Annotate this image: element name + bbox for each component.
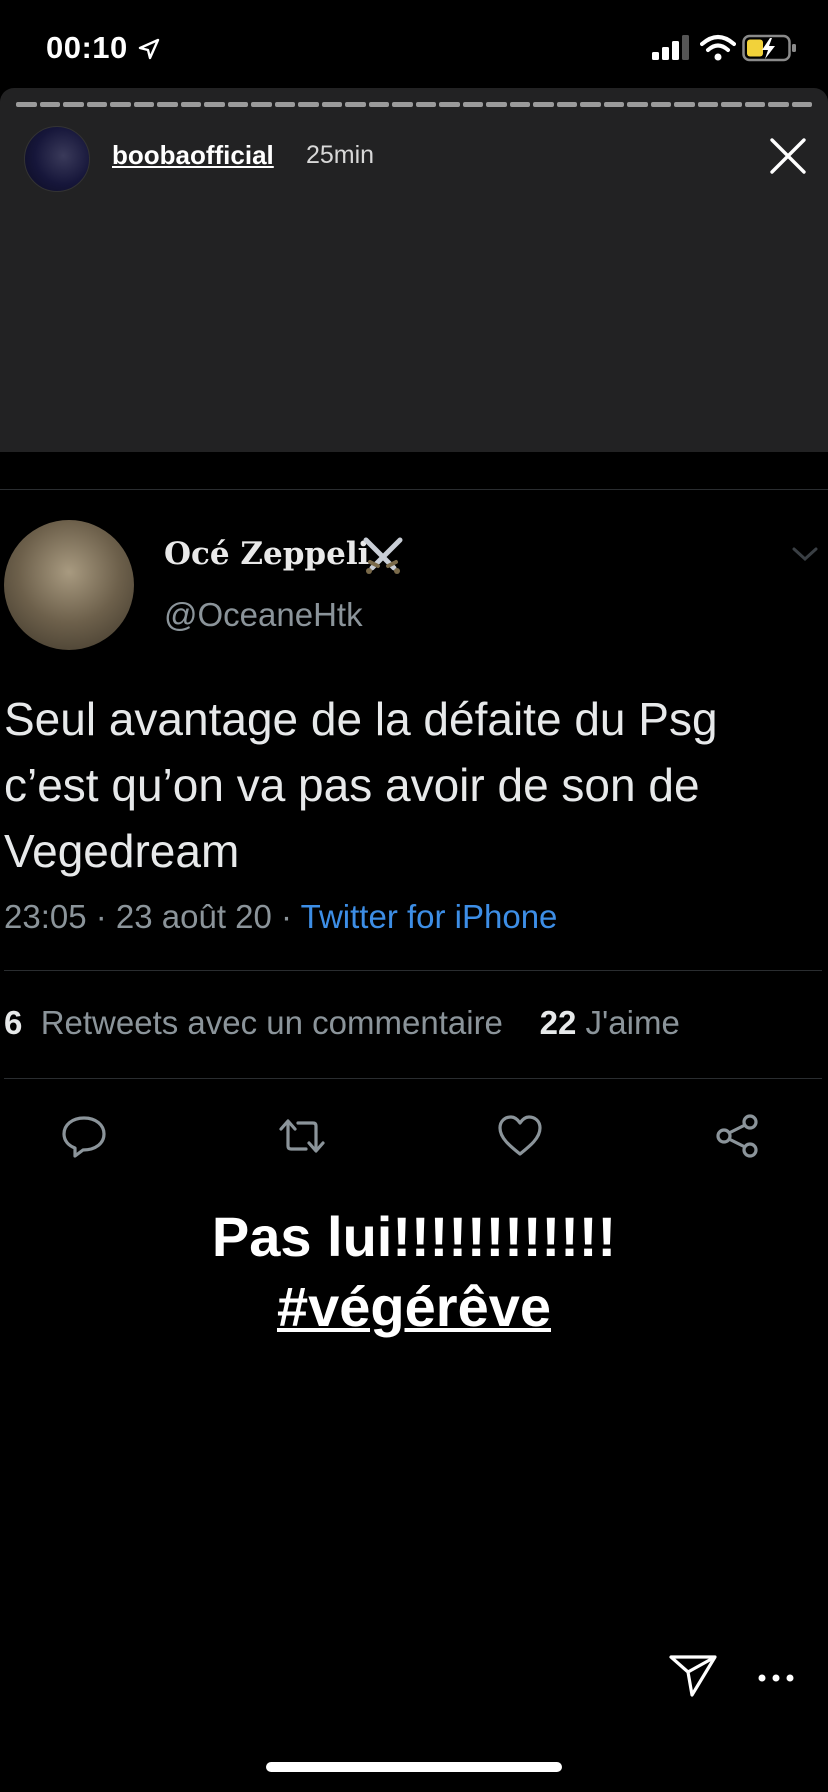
likes-label: J'aime xyxy=(585,1004,680,1041)
retweets-count: 6 xyxy=(4,1004,23,1041)
crossed-swords-icon xyxy=(363,537,403,574)
like-heart-icon xyxy=(498,1115,542,1156)
wifi-icon xyxy=(700,35,736,61)
progress-segment xyxy=(580,102,601,107)
progress-segment xyxy=(603,102,624,107)
reply-icon xyxy=(62,1116,106,1158)
progress-segment xyxy=(415,102,436,107)
location-arrow-icon xyxy=(138,38,160,60)
progress-segment xyxy=(204,102,225,107)
progress-segment xyxy=(674,102,695,107)
story-caption-hashtag[interactable]: #végérêve xyxy=(0,1274,828,1339)
story-time-ago: 25min xyxy=(306,141,375,169)
progress-segment xyxy=(509,102,530,107)
progress-segment xyxy=(721,102,742,107)
progress-segment xyxy=(274,102,295,107)
progress-segment xyxy=(133,102,154,107)
tweet-stats: 6 Retweets avec un commentaire 22 J'aime xyxy=(4,1004,680,1042)
progress-segment xyxy=(63,102,84,107)
tweet-meta: 23:05 · 23 août 20 · Twitter for iPhone xyxy=(4,898,557,936)
progress-segment xyxy=(650,102,671,107)
story-avatar[interactable] xyxy=(24,126,90,192)
progress-segment xyxy=(744,102,765,107)
send-direct-icon[interactable] xyxy=(668,1652,718,1698)
progress-segment xyxy=(697,102,718,107)
tweet-datetime: 23:05 · 23 août 20 · xyxy=(4,898,301,935)
progress-segment xyxy=(251,102,272,107)
home-indicator[interactable] xyxy=(266,1762,562,1772)
tweet-meta-divider xyxy=(4,970,822,971)
tweet-avatar xyxy=(4,520,134,650)
progress-segment xyxy=(86,102,107,107)
tweet-display-name: Océ Zeppeli xyxy=(164,536,370,572)
progress-segment xyxy=(227,102,248,107)
tweet-source-link: Twitter for iPhone xyxy=(300,898,558,935)
retweet-icon xyxy=(279,1119,325,1153)
cellular-signal-icon xyxy=(652,35,689,60)
progress-segment xyxy=(533,102,554,107)
progress-segment xyxy=(110,102,131,107)
chevron-down-icon xyxy=(792,547,818,562)
progress-segment xyxy=(439,102,460,107)
status-time: 00:10 xyxy=(46,30,128,65)
story-caption-line1: Pas lui!!!!!!!!!!!! xyxy=(211,1205,617,1268)
progress-segment xyxy=(368,102,389,107)
progress-segment xyxy=(345,102,366,107)
progress-segment xyxy=(298,102,319,107)
progress-segment xyxy=(180,102,201,107)
battery-charging-icon xyxy=(742,34,796,62)
progress-segment xyxy=(462,102,483,107)
tweet-top-divider xyxy=(0,489,828,490)
tweet-handle: @OceaneHtk xyxy=(164,596,363,633)
progress-segment xyxy=(16,102,37,107)
tweet-stats-divider xyxy=(4,1078,822,1079)
progress-segment xyxy=(39,102,60,107)
progress-segment xyxy=(321,102,342,107)
tweet-text: Seul avantage de la défaite du Psg c’est… xyxy=(4,693,718,877)
close-icon[interactable] xyxy=(766,134,810,178)
progress-segment xyxy=(392,102,413,107)
progress-segment xyxy=(791,102,812,107)
progress-segment xyxy=(486,102,507,107)
story-progress-bar xyxy=(16,102,812,107)
hashtag-text[interactable]: #végérêve xyxy=(277,1275,551,1338)
likes-count: 22 xyxy=(539,1004,577,1041)
progress-segment xyxy=(556,102,577,107)
progress-segment xyxy=(157,102,178,107)
more-options-icon[interactable] xyxy=(756,1672,796,1684)
share-icon xyxy=(716,1114,758,1158)
progress-segment xyxy=(627,102,648,107)
story-username[interactable]: boobaofficial xyxy=(112,140,274,171)
progress-segment xyxy=(768,102,789,107)
retweets-label: Retweets avec un commentaire xyxy=(40,1004,503,1041)
